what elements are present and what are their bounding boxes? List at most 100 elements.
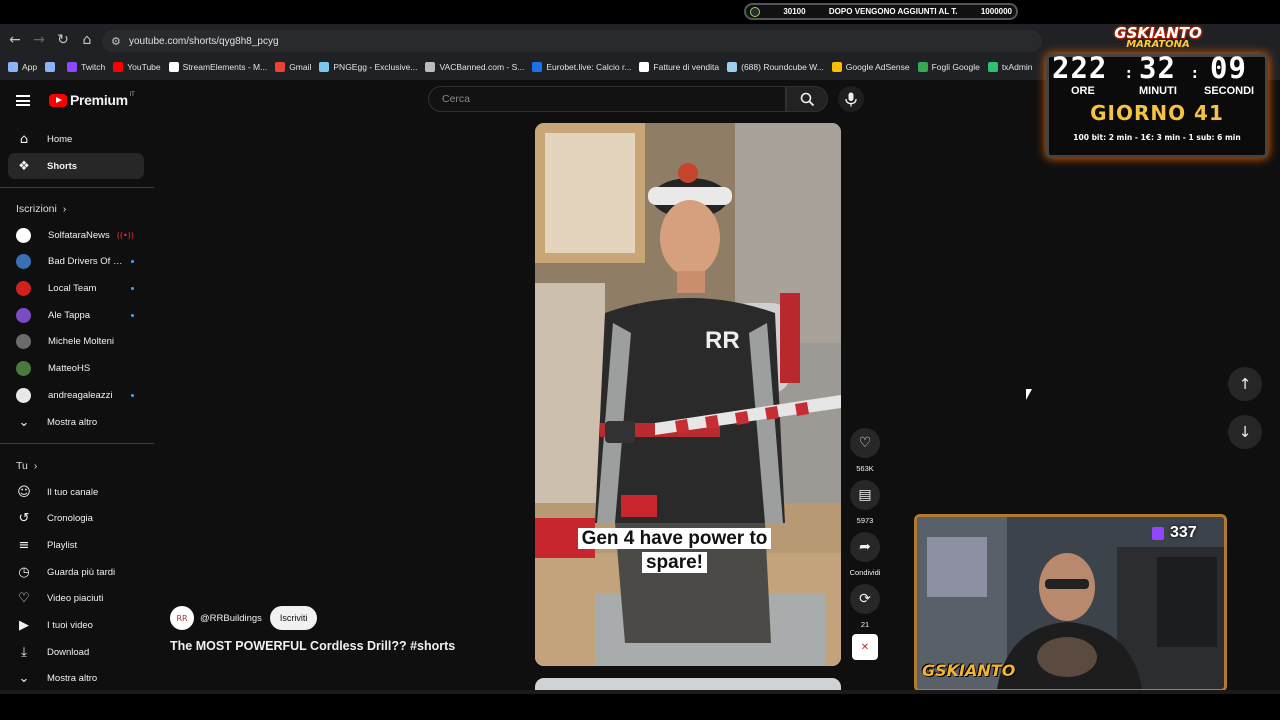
timer-minutes: 32	[1139, 51, 1176, 85]
previous-short-button[interactable]: ↑	[1228, 367, 1262, 401]
voice-search-button[interactable]	[838, 86, 864, 112]
subscription-item[interactable]: andreagaleazzi	[16, 385, 134, 405]
remix-icon[interactable]: ⟳	[850, 584, 880, 614]
bookmark-item[interactable]: VACBanned.com - S...	[425, 62, 524, 72]
bookmark-item[interactable]: Eurobet.live: Calcio r...	[532, 62, 631, 72]
share-action[interactable]: ➦ Condividi	[849, 532, 881, 577]
channel-avatar	[16, 254, 31, 270]
svg-text:RR: RR	[705, 327, 740, 354]
subscription-item[interactable]: SolfataraNews ((•))	[16, 225, 134, 245]
channel-avatar	[16, 227, 31, 243]
back-icon[interactable]: ←	[8, 33, 22, 47]
sidebar-item-chevron-down[interactable]: ⌄ Mostra altro	[8, 666, 144, 692]
sidebar-item-home[interactable]: ⌂ Home	[8, 126, 144, 152]
subscription-label: Local Team	[48, 282, 97, 294]
sidebar-item-shorts[interactable]: ❖ Shorts	[8, 153, 144, 179]
history-icon: ↺	[18, 511, 30, 527]
sidebar-item-thumbs-up[interactable]: ♡ Video piaciuti	[8, 586, 144, 612]
share-label: Condividi	[849, 568, 881, 577]
next-short-button[interactable]: ↓	[1228, 415, 1262, 449]
subscribe-button[interactable]: Iscriviti	[269, 606, 318, 630]
subscription-item[interactable]: MatteoHS	[16, 359, 134, 379]
bookmark-item[interactable]: Gmail	[275, 62, 311, 72]
sidebar-item-history[interactable]: ↺ Cronologia	[8, 506, 144, 532]
sidebar-divider	[0, 443, 154, 444]
subscription-item[interactable]: Michele Molteni	[16, 332, 134, 352]
stream-ticker: 30100 DOPO VENGONO AGGIUNTI AL T. 100000…	[744, 3, 1018, 20]
site-info-icon[interactable]: ⚙	[111, 35, 121, 48]
subscription-item[interactable]: Local Team	[16, 278, 134, 298]
show-more-subscriptions[interactable]: ⌄ Mostra altro	[8, 409, 144, 435]
channel-icon: ☺	[17, 484, 31, 500]
channel-avatar	[16, 361, 31, 376]
subscription-item[interactable]: Bad Drivers Of It...	[16, 252, 134, 272]
bookmark-item[interactable]: Fogli Google	[917, 62, 980, 72]
home-page-icon[interactable]: ⌂	[80, 33, 94, 47]
chevron-down-icon: ⌄	[18, 414, 30, 430]
bookmark-item[interactable]: txAdmin	[987, 62, 1033, 72]
bookmark-item[interactable]: YouTube	[113, 62, 161, 72]
heart-icon[interactable]: ♡	[850, 428, 880, 458]
share-icon[interactable]: ➦	[850, 532, 880, 562]
sound-thumbnail[interactable]: ✕	[849, 634, 881, 660]
playlist-icon: ≡	[18, 537, 30, 553]
timer-seconds: 09	[1210, 51, 1247, 85]
chevron-right-icon: ›	[33, 460, 38, 472]
bookmark-label: Gmail	[289, 62, 312, 72]
bookmark-favicon-icon	[113, 62, 124, 72]
remix-action[interactable]: ⟳ 21	[849, 584, 881, 629]
bookmark-item[interactable]: Fatture di vendita	[639, 62, 719, 72]
new-content-dot	[131, 393, 134, 397]
region-code: IT	[129, 92, 135, 98]
sidebar-item-your-videos[interactable]: ▶ I tuoi video	[8, 613, 144, 639]
you-heading[interactable]: Tu ›	[16, 460, 37, 472]
bookmark-item[interactable]: App	[8, 62, 37, 72]
subscriptions-heading[interactable]: Iscrizioni ›	[16, 203, 66, 215]
like-action[interactable]: ♡ 563K	[849, 428, 881, 473]
channel-row: RR @RRBuildings Iscriviti	[170, 606, 318, 630]
bookmark-favicon-icon	[8, 62, 18, 72]
bookmark-item[interactable]: StreamElements - M...	[168, 62, 267, 72]
bookmark-favicon-icon	[168, 62, 179, 72]
bookmark-item[interactable]: (688) Roundcube W...	[727, 62, 824, 72]
forward-icon[interactable]: →	[32, 33, 46, 47]
search-button[interactable]	[786, 86, 828, 112]
channel-avatar[interactable]: RR	[170, 606, 194, 630]
bookmark-item[interactable]	[45, 62, 59, 72]
bookmark-favicon-icon	[727, 62, 738, 72]
sidebar-item-label: Il tuo canale	[47, 486, 99, 498]
sidebar-item-download[interactable]: ⤓ Download	[8, 639, 144, 665]
bookmark-favicon-icon	[639, 62, 650, 72]
shorts-icon: ❖	[18, 158, 30, 174]
channel-name[interactable]: @RRBuildings	[200, 613, 262, 624]
sound-icon[interactable]: ✕	[852, 634, 878, 660]
bookmark-favicon-icon	[319, 62, 330, 72]
sidebar-item-clock[interactable]: ◷ Guarda più tardi	[8, 559, 144, 585]
sidebar-item-channel[interactable]: ☺ Il tuo canale	[8, 479, 144, 505]
channel-avatar	[16, 387, 31, 403]
bookmark-item[interactable]: Google AdSense	[831, 62, 910, 72]
address-bar[interactable]: ⚙ youtube.com/shorts/qyg8h8_pcyg	[102, 30, 1042, 52]
brand-label: Premium IT	[70, 92, 135, 108]
chevron-right-icon: ›	[62, 203, 67, 215]
bookmark-item[interactable]: PNGEgg - Exclusive...	[319, 62, 417, 72]
bookmark-item[interactable]: Twitch	[67, 62, 105, 72]
menu-icon[interactable]	[16, 94, 30, 106]
reload-icon[interactable]: ↻	[56, 33, 70, 47]
sidebar-item-playlist[interactable]: ≡ Playlist	[8, 532, 144, 558]
new-content-dot	[131, 260, 134, 264]
ticker-goal: 1000000	[980, 7, 1012, 16]
youtube-logo[interactable]: Premium IT	[16, 92, 135, 108]
comment-action[interactable]: ▤ 5973	[849, 480, 881, 525]
subscription-item[interactable]: Ale Tappa	[16, 305, 134, 325]
short-video-player[interactable]: RR	[535, 123, 841, 666]
remix-count: 21	[860, 620, 870, 629]
search-input[interactable]: Cerca	[428, 86, 786, 112]
sidebar-item-label: I tuoi video	[47, 620, 93, 631]
short-title[interactable]: The MOST POWERFUL Cordless Drill?? #shor…	[170, 639, 455, 653]
timer-colon: :	[1126, 66, 1132, 82]
sidebar-item-label: Download	[47, 646, 90, 658]
bookmark-favicon-icon	[275, 62, 286, 72]
comment-icon[interactable]: ▤	[850, 480, 880, 510]
minutes-label: MINUTI	[1139, 85, 1177, 97]
